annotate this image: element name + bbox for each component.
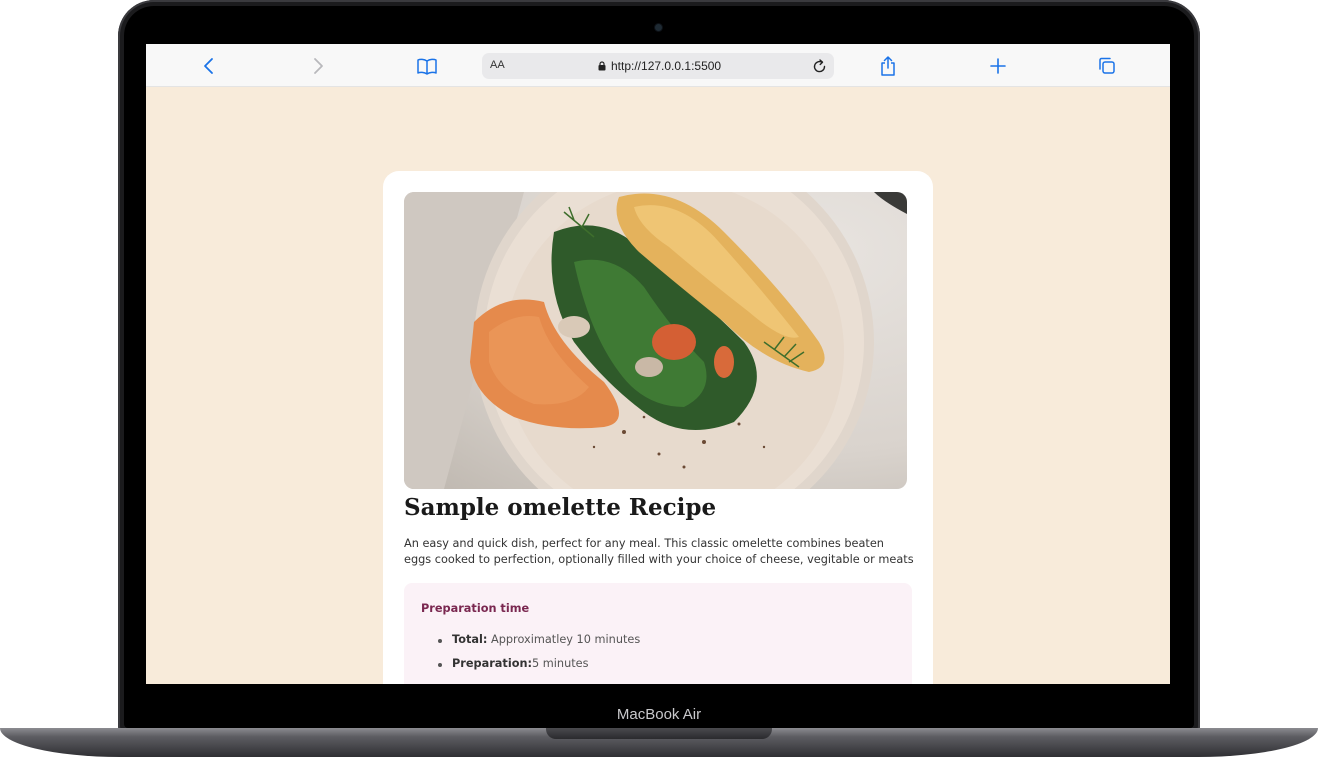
prep-item-value: Approximatley 10 minutes bbox=[487, 633, 641, 646]
recipe-image bbox=[404, 192, 907, 489]
address-bar[interactable]: AA http://127.0.0.1:5500 bbox=[482, 53, 834, 79]
forward-icon[interactable] bbox=[306, 54, 330, 78]
lock-icon bbox=[598, 61, 606, 71]
prep-item-value: 5 minutes bbox=[532, 657, 589, 670]
share-icon[interactable] bbox=[876, 54, 900, 78]
recipe-card: Sample omelette Recipe An easy and quick… bbox=[383, 171, 933, 684]
new-tab-icon[interactable] bbox=[986, 54, 1010, 78]
text-size-button[interactable]: AA bbox=[490, 59, 505, 71]
browser-toolbar: AA http://127.0.0.1:5500 bbox=[146, 44, 1170, 87]
device-label: MacBook Air bbox=[616, 706, 702, 723]
tabs-icon[interactable] bbox=[1095, 54, 1119, 78]
recipe-description: An easy and quick dish, perfect for any … bbox=[404, 537, 914, 566]
preparation-list: Total: Approximatley 10 minutes Preparat… bbox=[438, 633, 640, 681]
prep-item-label: Total: bbox=[452, 633, 488, 646]
laptop-base-notch bbox=[546, 728, 772, 739]
preparation-time-box: Preparation time Total: Approximatley 10… bbox=[404, 583, 912, 684]
browser-screen: AA http://127.0.0.1:5500 Sample omelette… bbox=[146, 44, 1170, 684]
preparation-heading: Preparation time bbox=[421, 602, 530, 615]
recipe-title: Sample omelette Recipe bbox=[404, 494, 717, 521]
reload-icon[interactable] bbox=[808, 55, 830, 77]
list-item: Total: Approximatley 10 minutes bbox=[438, 633, 640, 657]
url-text: http://127.0.0.1:5500 bbox=[611, 59, 722, 73]
list-item: Preparation:5 minutes bbox=[438, 657, 640, 681]
camera bbox=[655, 24, 662, 31]
back-icon[interactable] bbox=[197, 54, 221, 78]
prep-item-label: Preparation: bbox=[452, 657, 533, 670]
bookmarks-icon[interactable] bbox=[415, 54, 439, 78]
